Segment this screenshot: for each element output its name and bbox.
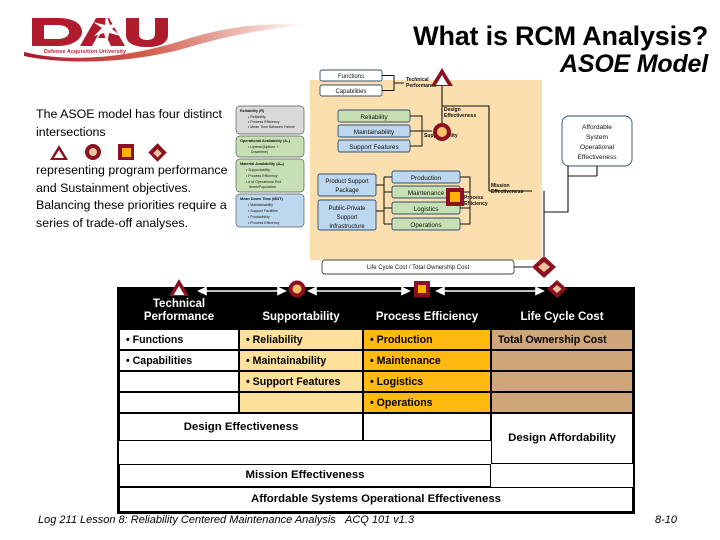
svg-text:Infrastructure: Infrastructure	[329, 224, 365, 230]
table-row: • Functions • Reliability • Production T…	[119, 329, 633, 350]
asoe-cell: Affordable Systems Operational Effective…	[119, 487, 633, 512]
design-affordability-cell: Design Affordability	[491, 413, 633, 464]
matrix-markers	[169, 279, 567, 298]
svg-text:Material Availability (Aₘ): Material Availability (Aₘ)	[240, 162, 285, 166]
svg-text:• Mean Time Between Failure: • Mean Time Between Failure	[248, 125, 295, 129]
cell-pe-3: • Logistics	[363, 371, 491, 392]
lead-text-part1: The ASOE model has four distinct interse…	[36, 107, 222, 139]
summary-blank-cell	[363, 413, 491, 441]
svg-text:• Process Efficiency: • Process Efficiency	[248, 120, 280, 124]
svg-text:Support Features: Support Features	[349, 144, 398, 151]
table-row: • Operations	[119, 392, 633, 413]
square-marker-icon	[118, 144, 134, 161]
table-row: • Support Features • Logistics	[119, 371, 633, 392]
svg-text:• Support Facilities: • Support Facilities	[248, 209, 278, 213]
table-row: • Capabilities • Maintainability • Maint…	[119, 350, 633, 371]
svg-text:• # of Operational End: • # of Operational End	[246, 180, 281, 184]
svg-text:Mean Down Time (MDT): Mean Down Time (MDT)	[240, 197, 283, 201]
svg-text:• Process Efficiency: • Process Efficiency	[246, 174, 278, 178]
svg-text:Downtime): Downtime)	[251, 150, 268, 154]
summary-row-1: Design Effectiveness Design Affordabilit…	[119, 413, 633, 464]
svg-text:• Supportability: • Supportability	[246, 168, 270, 172]
svg-text:System: System	[586, 134, 608, 141]
lead-paragraph: The ASOE model has four distinct interse…	[36, 106, 228, 233]
cell-sup-1: • Reliability	[239, 329, 363, 350]
svg-text:Life Cycle Cost / Total Owners: Life Cycle Cost / Total Ownership Cost	[367, 265, 470, 271]
cell-tp-3	[119, 371, 239, 392]
lead-text-part2: representing program performance and Sus…	[36, 163, 228, 231]
cell-pe-1: • Production	[363, 329, 491, 350]
svg-text:• Maintainability: • Maintainability	[248, 203, 273, 207]
svg-text:• Uptime/(Uptime +: • Uptime/(Uptime +	[248, 145, 278, 149]
cell-pe-2: • Maintenance	[363, 350, 491, 371]
diamond-marker-icon	[148, 143, 167, 162]
slide: Defense Acquisition University What is R…	[0, 0, 720, 540]
footer: Log 211 Lesson 8: Reliability Centered M…	[0, 512, 720, 536]
svg-text:Maintenance: Maintenance	[408, 190, 445, 197]
shape-legend	[36, 141, 228, 162]
cell-pe-4: • Operations	[363, 392, 491, 413]
svg-text:Public-Private: Public-Private	[328, 206, 366, 212]
footer-middle: ACQ 101 v1.3	[345, 514, 415, 526]
design-effectiveness-cell: Design Effectiveness	[119, 413, 363, 441]
asoe-diagram-svg: Reliability (R) • Reliability • Process …	[235, 68, 633, 278]
cell-lcc-2	[491, 350, 633, 371]
asoe-matrix: Technical Performance Supportability Pro…	[117, 279, 635, 514]
svg-text:Capabilities: Capabilities	[335, 89, 366, 95]
svg-text:Affordable: Affordable	[582, 124, 612, 131]
svg-text:Operational Availability (A₀): Operational Availability (A₀)	[240, 139, 291, 143]
svg-text:• Reliability: • Reliability	[248, 115, 266, 119]
svg-text:• Producibility: • Producibility	[248, 215, 270, 219]
svg-text:Production: Production	[411, 175, 442, 182]
svg-text:• Process Efficiency: • Process Efficiency	[248, 221, 280, 225]
svg-text:Effectiveness: Effectiveness	[577, 154, 617, 161]
mission-effectiveness-cell: Mission Effectiveness	[119, 464, 491, 487]
svg-text:Logistics: Logistics	[414, 206, 439, 213]
summary-row-2: Mission Effectiveness	[119, 464, 633, 487]
cell-sup-3: • Support Features	[239, 371, 363, 392]
svg-text:Functions: Functions	[338, 74, 364, 80]
svg-text:Reliability (R): Reliability (R)	[240, 109, 265, 113]
asoe-diagram: Reliability (R) • Reliability • Process …	[232, 66, 652, 288]
matrix-body: • Functions • Reliability • Production T…	[117, 329, 635, 514]
cell-lcc-3	[491, 371, 633, 392]
svg-text:Efficiency: Efficiency	[464, 201, 488, 207]
cell-tp-1: • Functions	[119, 329, 239, 350]
svg-text:Maintainability: Maintainability	[354, 129, 395, 136]
cell-lcc-1: Total Ownership Cost	[491, 329, 633, 350]
svg-text:Operational: Operational	[580, 144, 615, 151]
footer-left: Log 211 Lesson 8: Reliability Centered M…	[38, 514, 336, 526]
logo-tagline: Defense Acquisition University	[44, 49, 127, 55]
summary-row-3: Affordable Systems Operational Effective…	[119, 487, 633, 512]
svg-text:Operations: Operations	[410, 222, 441, 229]
cell-sup-4	[239, 392, 363, 413]
cell-lcc-4	[491, 392, 633, 413]
cell-sup-2: • Maintainability	[239, 350, 363, 371]
cell-tp-2: • Capabilities	[119, 350, 239, 371]
svg-text:Effectiveness: Effectiveness	[444, 113, 476, 119]
footer-page-number: 8-10	[655, 514, 678, 526]
triangle-marker-icon	[50, 144, 68, 160]
dau-logo-icon	[24, 14, 306, 62]
svg-text:Support: Support	[336, 215, 357, 221]
svg-text:Package: Package	[335, 188, 359, 194]
svg-text:Items/Population: Items/Population	[249, 185, 276, 189]
svg-text:Product Support: Product Support	[325, 179, 369, 185]
title-main: What is RCM Analysis?	[413, 21, 708, 51]
circle-marker-icon	[85, 144, 101, 161]
svg-text:Reliability: Reliability	[360, 114, 388, 121]
svg-text:Effectiveness: Effectiveness	[491, 189, 523, 195]
cell-tp-4	[119, 392, 239, 413]
dau-logo: Defense Acquisition University	[14, 12, 314, 64]
